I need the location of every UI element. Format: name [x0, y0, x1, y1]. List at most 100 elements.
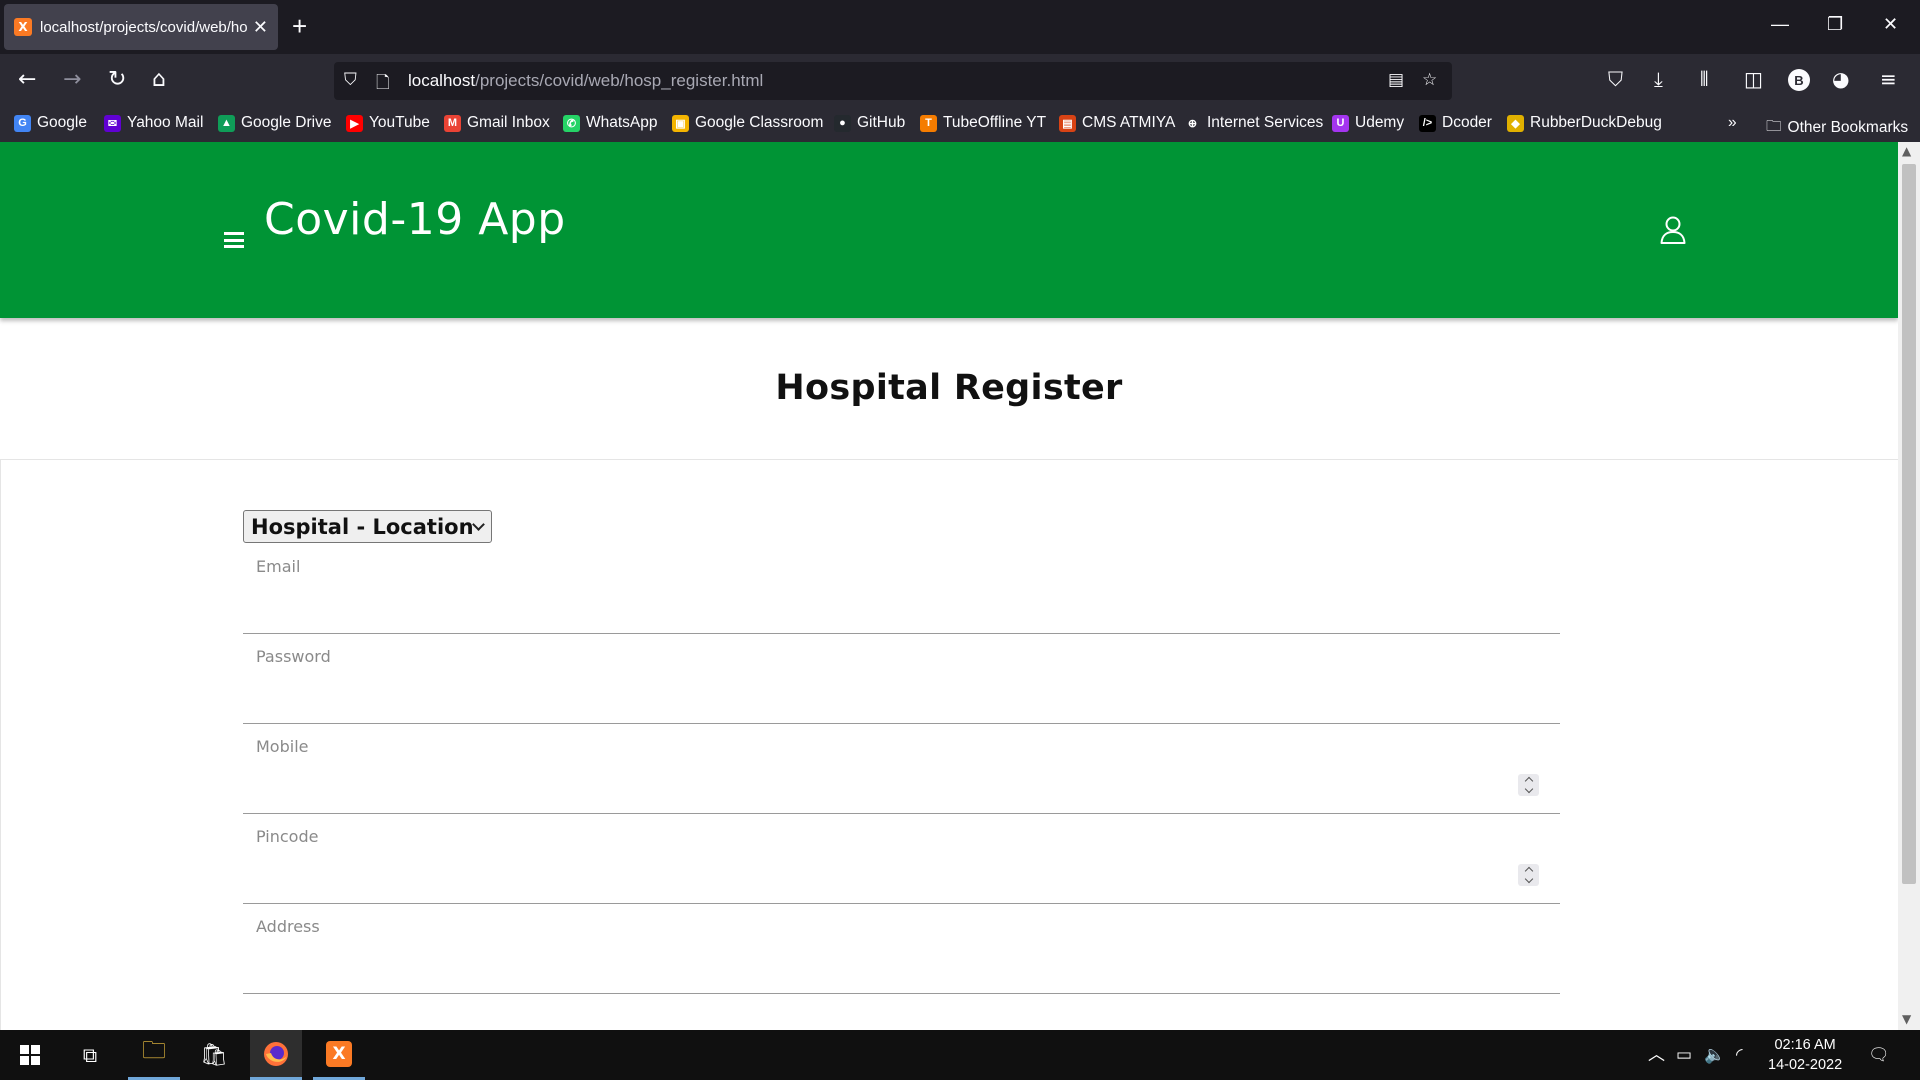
app-header: Covid-19 App [0, 142, 1898, 318]
bookmark-google-classroom[interactable]: ▣ Google Classroom [672, 114, 823, 132]
url-path: /projects/covid/web/hosp_register.html [475, 71, 764, 90]
restore-window-icon[interactable]: ❐ [1827, 14, 1843, 35]
downloads-icon[interactable]: ⤓ [1654, 68, 1663, 90]
bookmark-label: Google Classroom [695, 114, 824, 131]
user-account-icon[interactable] [1660, 216, 1686, 244]
bookmark-tubeoffline-yt[interactable]: T TubeOffline YT [920, 114, 1046, 132]
task-view-icon[interactable]: ⧉ [64, 1030, 116, 1080]
select-value: Hospital - Location [251, 514, 474, 539]
shield-icon[interactable]: ⛉ [344, 70, 357, 90]
bookmark-gmail-inbox[interactable]: M Gmail Inbox [444, 114, 550, 132]
account-avatar[interactable]: B [1788, 69, 1810, 91]
other-bookmarks-label: Other Bookmarks [1787, 118, 1909, 136]
forward-arrow-icon[interactable]: → [63, 68, 81, 92]
bookmark-google[interactable]: G Google [14, 114, 87, 132]
back-arrow-icon[interactable]: ← [18, 68, 36, 92]
address-input[interactable] [256, 946, 1496, 976]
pincode-label: Pincode [256, 827, 319, 846]
bookmark-whatsapp[interactable]: ✆ WhatsApp [563, 114, 658, 132]
bookmark-cms-atmiya[interactable]: ▤ CMS ATMIYA [1059, 114, 1175, 132]
bookmark-dcoder[interactable]: /> Dcoder [1419, 114, 1492, 132]
hamburger-menu-icon[interactable] [224, 232, 244, 248]
menu-icon[interactable]: ≡ [1880, 68, 1897, 90]
battery-icon[interactable]: ▭ [1676, 1045, 1692, 1065]
form-border [0, 459, 1, 1030]
pincode-number-stepper[interactable] [1518, 864, 1539, 886]
browser-tab[interactable]: X localhost/projects/covid/web/hosp_regi… [4, 4, 278, 50]
reader-view-icon[interactable]: ▤ [1388, 70, 1404, 90]
bookmark-rubberduckdebug[interactable]: ◆ RubberDuckDebug [1507, 114, 1662, 132]
bookmark-label: YouTube [369, 114, 430, 131]
bookmark-yahoo-mail[interactable]: ✉ Yahoo Mail [104, 114, 203, 132]
chevron-down-icon [472, 517, 485, 531]
mobile-input[interactable] [256, 766, 1496, 796]
app-title[interactable]: Covid-19 App [264, 194, 566, 245]
udemy-icon: U [1332, 114, 1349, 132]
gmail-icon: M [444, 114, 461, 132]
bookmark-label: Dcoder [1442, 114, 1492, 131]
tubeoffline-icon: T [920, 114, 937, 132]
wifi-icon[interactable]: ◜ [1736, 1045, 1743, 1065]
firefox-icon[interactable] [250, 1030, 302, 1080]
page-viewport: Covid-19 App Hospital Register Hospital … [0, 142, 1898, 1030]
page-info-icon[interactable]: 🗋 [376, 70, 390, 99]
page-title: Hospital Register [775, 368, 1123, 408]
bookmark-youtube[interactable]: ▶ YouTube [346, 114, 430, 132]
url-host: localhost [408, 71, 476, 90]
bookmark-internet-services[interactable]: ⊕ Internet Services [1184, 114, 1323, 132]
sidebar-icon[interactable]: ◫ [1744, 68, 1763, 90]
mobile-number-stepper[interactable] [1518, 774, 1539, 796]
cms-atmiya-icon: ▤ [1059, 114, 1076, 132]
google-drive-icon: ▲ [218, 114, 235, 132]
bookmarks-overflow-icon[interactable]: » [1728, 114, 1737, 132]
url-text[interactable]: localhost/projects/covid/web/hosp_regist… [408, 71, 763, 91]
home-icon[interactable]: ⌂ [152, 68, 166, 92]
start-button[interactable] [4, 1030, 56, 1080]
bookmark-label: Internet Services [1207, 114, 1324, 131]
minimize-window-icon[interactable]: — [1771, 14, 1789, 35]
close-tab-icon[interactable]: ✕ [253, 17, 268, 38]
password-input[interactable] [256, 676, 1496, 706]
volume-icon[interactable]: 🔈 [1704, 1045, 1725, 1065]
bookmark-udemy[interactable]: U Udemy [1332, 114, 1404, 132]
youtube-icon: ▶ [346, 114, 363, 132]
pincode-input[interactable] [256, 856, 1496, 886]
extension-icon[interactable]: ◕ [1832, 68, 1849, 90]
password-field: Password [243, 634, 1560, 724]
mobile-label: Mobile [256, 737, 309, 756]
mobile-field: Mobile [243, 724, 1560, 814]
chevron-up-icon[interactable]: ︿ [1648, 1045, 1665, 1065]
folder-icon: 🗀 [1766, 118, 1782, 135]
store-icon[interactable]: 🛍 [188, 1030, 240, 1080]
address-bar[interactable]: ⛉ 🗋 localhost/projects/covid/web/hosp_re… [334, 62, 1452, 100]
duck-icon: ◆ [1507, 114, 1524, 132]
section-divider [0, 459, 1898, 460]
file-explorer-icon[interactable]: 🗀 [128, 1030, 180, 1080]
reload-icon[interactable]: ↻ [108, 68, 126, 92]
tab-title: localhost/projects/covid/web/hosp_regist… [40, 18, 247, 36]
xampp-icon[interactable]: X [313, 1030, 365, 1080]
hospital-location-select[interactable]: Hospital - Location [243, 510, 492, 543]
xampp-logo-icon: X [326, 1040, 352, 1067]
bookmark-label: Gmail Inbox [467, 114, 550, 131]
whatsapp-icon: ✆ [563, 114, 580, 132]
pocket-icon[interactable]: ⛉ [1608, 68, 1623, 90]
other-bookmarks[interactable]: 🗀 Other Bookmarks [1766, 114, 1908, 141]
scrollbar-thumb[interactable] [1902, 164, 1916, 884]
windows-logo-icon [20, 1045, 40, 1065]
close-window-icon[interactable]: ✕ [1883, 14, 1898, 35]
scroll-up-icon[interactable]: ▲ [1902, 144, 1911, 158]
notifications-icon[interactable]: 🗨 [1868, 1045, 1890, 1065]
bookmark-github[interactable]: ● GitHub [834, 114, 905, 132]
email-input[interactable] [256, 586, 1496, 616]
bookmark-label: Udemy [1355, 114, 1405, 131]
library-icon[interactable]: ⫴ [1700, 68, 1708, 90]
bookmark-google-drive[interactable]: ▲ Google Drive [218, 114, 331, 132]
scroll-down-icon[interactable]: ▼ [1902, 1012, 1911, 1026]
xampp-favicon-icon: X [14, 18, 32, 36]
firefox-logo-icon [264, 1041, 288, 1066]
new-tab-button[interactable]: + [292, 12, 307, 40]
bookmark-star-icon[interactable]: ☆ [1422, 70, 1437, 90]
page-scrollbar[interactable]: ▲ ▼ [1898, 142, 1920, 1030]
taskbar-clock[interactable]: 02:16 AM 14-02-2022 [1768, 1035, 1842, 1075]
